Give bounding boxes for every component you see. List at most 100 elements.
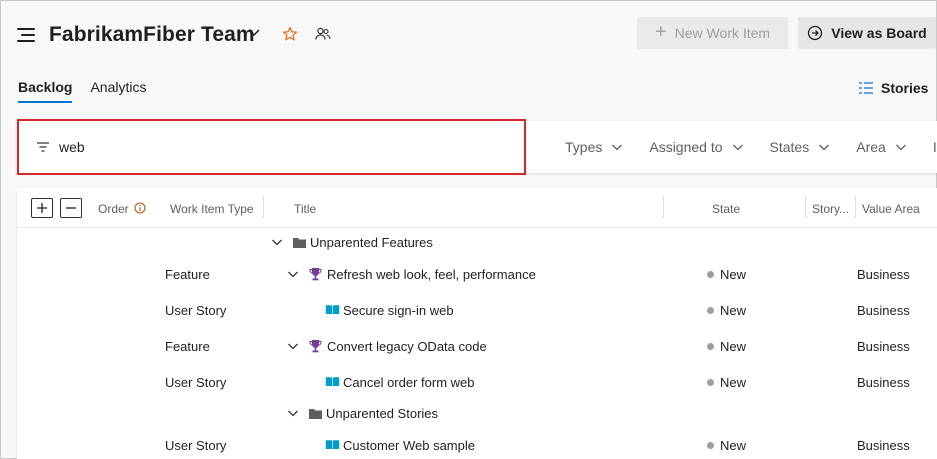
work-item-type: User Story bbox=[165, 438, 227, 453]
arrow-circle-right-icon bbox=[808, 25, 823, 41]
plus-icon: + bbox=[654, 21, 667, 43]
star-icon[interactable] bbox=[282, 26, 298, 42]
chevron-down-icon bbox=[895, 144, 906, 151]
keyword-filter-input[interactable]: web bbox=[59, 139, 85, 155]
tab-analytics[interactable]: Analytics bbox=[90, 79, 146, 103]
column-header-story-points[interactable]: Story... bbox=[812, 202, 849, 216]
state-cell: New bbox=[707, 339, 746, 354]
team-members-icon[interactable] bbox=[315, 27, 331, 41]
filter-bar: web Types Assigned to States Area It bbox=[17, 119, 937, 175]
tab-backlog[interactable]: Backlog bbox=[18, 79, 73, 103]
trophy-icon bbox=[309, 340, 322, 353]
collapse-all-button[interactable] bbox=[60, 198, 82, 218]
work-item-title[interactable]: Secure sign-in web bbox=[343, 303, 454, 318]
types-picker[interactable]: Types bbox=[565, 139, 623, 155]
assigned-to-picker-label: Assigned to bbox=[649, 139, 723, 155]
table-row[interactable]: Feature Convert legacy OData code New Bu… bbox=[17, 332, 937, 362]
state-cell: New bbox=[707, 375, 746, 390]
table-row[interactable]: Feature Refresh web look, feel, performa… bbox=[17, 260, 937, 290]
state-label: New bbox=[720, 339, 747, 354]
types-picker-label: Types bbox=[565, 139, 603, 155]
book-icon bbox=[325, 439, 340, 451]
work-item-title[interactable]: Convert legacy OData code bbox=[327, 339, 487, 354]
column-separator[interactable] bbox=[855, 196, 856, 218]
table-row[interactable]: User Story Cancel order form web New Bus… bbox=[17, 368, 937, 398]
states-picker[interactable]: States bbox=[770, 139, 831, 155]
work-item-title[interactable]: Cancel order form web bbox=[343, 375, 475, 390]
work-item-title[interactable]: Refresh web look, feel, performance bbox=[327, 267, 536, 282]
iteration-picker[interactable]: It bbox=[933, 139, 937, 155]
state-dot-icon bbox=[707, 379, 714, 386]
state-label: New bbox=[720, 267, 747, 282]
chevron-down-icon bbox=[612, 144, 623, 151]
chevron-down-icon[interactable] bbox=[271, 236, 283, 248]
state-label: New bbox=[720, 375, 747, 390]
column-separator[interactable] bbox=[663, 196, 664, 218]
group-title: Unparented Features bbox=[310, 235, 433, 250]
state-cell: New bbox=[707, 438, 746, 453]
folder-icon bbox=[309, 409, 322, 419]
list-icon bbox=[859, 82, 873, 94]
view-as-board-label: View as Board bbox=[831, 25, 927, 41]
area-picker[interactable]: Area bbox=[856, 139, 907, 155]
work-item-type: User Story bbox=[165, 303, 227, 318]
expand-all-button[interactable] bbox=[31, 198, 53, 218]
minus-icon bbox=[66, 207, 76, 209]
chevron-down-icon bbox=[819, 144, 830, 151]
info-icon[interactable] bbox=[134, 202, 146, 214]
state-dot-icon bbox=[707, 307, 714, 314]
state-label: New bbox=[720, 438, 747, 453]
new-work-item-button[interactable]: + New Work Item bbox=[637, 17, 788, 49]
chevron-down-icon[interactable] bbox=[287, 407, 299, 419]
table-row[interactable]: User Story Secure sign-in web New Busine… bbox=[17, 296, 937, 326]
folder-icon bbox=[293, 238, 306, 248]
column-header-state[interactable]: State bbox=[712, 202, 740, 216]
backlog-level-selector[interactable]: Stories bbox=[859, 80, 928, 96]
new-work-item-label: New Work Item bbox=[674, 25, 771, 41]
team-title[interactable]: FabrikamFiber Team bbox=[49, 23, 255, 47]
iteration-picker-label: It bbox=[932, 139, 937, 155]
work-item-type: Feature bbox=[165, 339, 210, 354]
value-area-cell: Business bbox=[857, 303, 910, 318]
work-item-type: User Story bbox=[165, 375, 227, 390]
group-row[interactable]: Unparented Features bbox=[17, 228, 937, 258]
hamburger-menu-icon[interactable] bbox=[17, 28, 35, 42]
column-header-title[interactable]: Title bbox=[294, 202, 316, 216]
value-area-cell: Business bbox=[857, 438, 910, 453]
filter-pickers: Types Assigned to States Area It bbox=[565, 139, 937, 155]
assigned-to-picker[interactable]: Assigned to bbox=[649, 139, 743, 155]
chevron-down-icon bbox=[732, 144, 743, 151]
state-dot-icon bbox=[707, 343, 714, 350]
column-header-value-area[interactable]: Value Area bbox=[862, 202, 920, 216]
book-icon bbox=[325, 376, 340, 388]
column-header-work-item-type[interactable]: Work Item Type bbox=[170, 202, 254, 216]
keyword-filter-box[interactable]: web bbox=[17, 119, 526, 175]
chevron-down-icon[interactable] bbox=[287, 340, 299, 352]
filter-icon bbox=[37, 142, 49, 152]
value-area-cell: Business bbox=[857, 375, 910, 390]
page-tabs: Backlog Analytics bbox=[18, 79, 147, 103]
state-cell: New bbox=[707, 303, 746, 318]
group-row[interactable]: Unparented Stories bbox=[17, 399, 937, 429]
state-label: New bbox=[720, 303, 747, 318]
backlog-level-label: Stories bbox=[881, 80, 929, 96]
area-picker-label: Area bbox=[856, 139, 886, 155]
group-title: Unparented Stories bbox=[326, 406, 439, 421]
work-item-type: Feature bbox=[165, 267, 210, 282]
book-icon bbox=[325, 304, 340, 316]
backlog-grid: Order Work Item Type Title State Story..… bbox=[17, 188, 937, 459]
chevron-down-icon[interactable] bbox=[287, 268, 299, 280]
work-item-title[interactable]: Customer Web sample bbox=[343, 438, 475, 453]
state-dot-icon bbox=[707, 442, 714, 449]
state-dot-icon bbox=[707, 271, 714, 278]
plus-icon bbox=[37, 203, 47, 213]
page-header: FabrikamFiber Team + New Work Item View … bbox=[1, 1, 936, 71]
states-picker-label: States bbox=[769, 139, 810, 155]
view-as-board-button[interactable]: View as Board bbox=[798, 17, 936, 49]
column-separator[interactable] bbox=[263, 196, 264, 218]
column-header-order[interactable]: Order bbox=[98, 202, 129, 216]
chevron-down-icon[interactable] bbox=[247, 25, 261, 39]
column-separator[interactable] bbox=[805, 196, 806, 218]
value-area-cell: Business bbox=[857, 339, 910, 354]
table-row[interactable]: User Story Customer Web sample New Busin… bbox=[17, 431, 937, 459]
